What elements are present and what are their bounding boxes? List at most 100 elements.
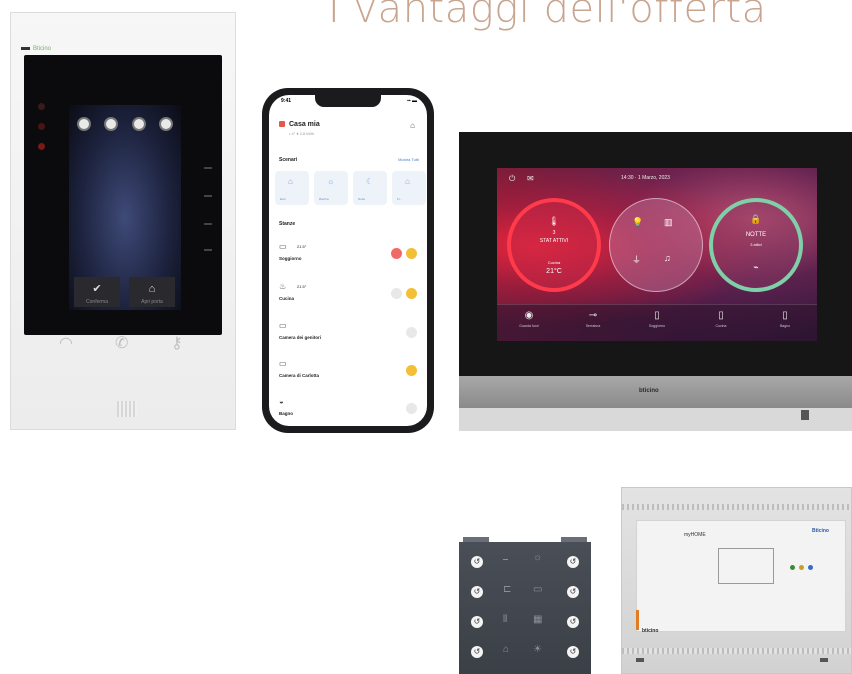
side-key-mark	[204, 167, 212, 169]
vent-grille	[622, 648, 851, 654]
station-dock: ◉ Guarda fuori ⊸ Serratura ▯ Soggiorno ▯ Cuc…	[497, 304, 817, 341]
door-screen: ✔ Conferma ⌂ Apri porta	[24, 55, 222, 335]
home-icon[interactable]: ⌂	[410, 121, 415, 130]
shade-icon: ⎯	[503, 554, 508, 565]
video-station: ⏻ ✉ 14:30 · 1 Marzo, 2023 🌡 3 STAT ATTIV…	[459, 132, 852, 431]
thermostat-ring[interactable]: 🌡 3 STAT ATTIVI Cucina 21°C	[507, 198, 601, 292]
sun-icon: ☼	[533, 552, 543, 563]
scene-card[interactable]: ⌂ Esci	[275, 171, 309, 205]
status-led	[799, 565, 804, 570]
dining-icon: ⫴	[503, 614, 508, 625]
handset-icon[interactable]: ✆	[115, 333, 128, 353]
bed-icon: ▭	[279, 321, 287, 330]
dock-item[interactable]: ▯ Bagno	[760, 305, 810, 328]
door-icon: ▯	[654, 310, 660, 321]
confirm-button[interactable]: ✔ Conferma	[74, 277, 120, 307]
alarm-ring[interactable]: 🔒 NOTTE 3 attivi ⌁	[709, 198, 803, 292]
show-all-link[interactable]: Mostra Tutti	[398, 157, 419, 162]
wifi-icon[interactable]: ◠	[59, 333, 73, 353]
room-row[interactable]: ▭ Camera di Carlotta	[279, 359, 419, 383]
home-subtitle: • 4° ♦ 2.8 kWh	[289, 131, 315, 136]
bed-icon: ▭	[279, 359, 287, 368]
keypad-button[interactable]: ↺	[567, 556, 579, 568]
light-badge[interactable]	[406, 327, 417, 338]
sofa-icon: ⌂	[503, 644, 510, 655]
scene-card[interactable]: ☼ Rientra	[314, 171, 348, 205]
keypad-clip	[463, 537, 489, 542]
keypad-button[interactable]: ↺	[471, 646, 483, 658]
bath-icon: ◒	[279, 397, 284, 406]
status-led	[38, 123, 45, 130]
orange-strip	[636, 610, 639, 630]
scene-keypad: ↺ ↺ ↺ ↺ ↺ ↺ ↺ ↺ ⎯ ☼ ⊏ ▭ ⫴ ▦ ⌂ ☀	[459, 537, 591, 674]
door-entry-panel: Bticino ✔ Conferma ⌂ Apri porta ◠ ✆ ⚷	[10, 12, 236, 430]
status-time: 9:41	[281, 98, 292, 104]
door-icon[interactable]	[131, 117, 146, 131]
light-badge[interactable]	[406, 365, 417, 376]
module-window	[718, 548, 774, 584]
lock-icon: 🔒	[750, 214, 762, 224]
phone-notch	[315, 95, 381, 107]
battery-icon: ▪▪ ▬	[407, 98, 417, 104]
dock-item[interactable]: ◉ Guarda fuori	[504, 305, 554, 328]
door-icon[interactable]	[77, 117, 91, 131]
status-led	[38, 143, 45, 150]
light-badge[interactable]	[406, 248, 417, 259]
bulb-icon: ☀	[533, 644, 542, 655]
room-row[interactable]: ♨ 21.5° Cucina	[279, 282, 419, 306]
page-headline: I vantaggi dell'offerta	[328, 0, 767, 32]
dock-item[interactable]: ▯ Cucina	[696, 305, 746, 328]
side-key-mark	[204, 223, 212, 225]
status-led	[790, 565, 795, 570]
home-title[interactable]: Casa mia	[279, 121, 320, 128]
thermometer-icon: 🌡	[548, 216, 560, 226]
dock-item[interactable]: ▯ Soggiorno	[632, 305, 682, 328]
stanze-title: Stanze	[279, 221, 296, 227]
door-display: ✔ Conferma ⌂ Apri porta	[69, 105, 181, 310]
shutter-badge[interactable]	[391, 248, 402, 259]
room-row[interactable]: ◒ Bagno	[279, 397, 419, 421]
terminal	[820, 658, 828, 662]
shutter-icon: ▥	[664, 217, 673, 227]
station-screen: ⏻ ✉ 14:30 · 1 Marzo, 2023 🌡 3 STAT ATTIV…	[497, 168, 817, 341]
vent-grille	[622, 504, 851, 510]
devices-ring[interactable]: 💡 ▥ ⏚ ♫	[609, 198, 703, 292]
keypad-button[interactable]: ↺	[471, 616, 483, 628]
scene-card[interactable]: ⌂ Fi...	[392, 171, 426, 205]
key-icon[interactable]: ⚷	[171, 333, 183, 353]
door-brand: Bticino	[21, 46, 51, 52]
keypad-button[interactable]: ↺	[471, 556, 483, 568]
keypad-button[interactable]: ↺	[567, 616, 579, 628]
door-icon[interactable]	[158, 117, 173, 131]
room-row[interactable]: ▭ Camera dei genitori	[279, 321, 419, 345]
dock-item[interactable]: ⊸ Serratura	[568, 305, 618, 328]
book-icon: ▭	[533, 584, 543, 595]
room-row[interactable]: ▭ 21.5° Soggiorno	[279, 242, 419, 266]
moon-icon: ☾	[366, 177, 374, 186]
mail-icon[interactable]: ✉	[527, 174, 534, 183]
home-icon: ⌂	[288, 177, 293, 186]
smartphone: 9:41 ▪▪ ▬ Casa mia ⌂ • 4° ♦ 2.8 kWh Scen…	[262, 88, 434, 433]
station-base	[459, 408, 852, 431]
station-button[interactable]	[801, 410, 809, 420]
door-top-icons	[77, 117, 173, 131]
keypad-button[interactable]: ↺	[471, 586, 483, 598]
sofa-icon: ▭	[279, 242, 287, 251]
shutter-badge[interactable]	[391, 288, 402, 299]
open-door-button[interactable]: ⌂ Apri porta	[129, 277, 175, 307]
keypad-button[interactable]: ↺	[567, 586, 579, 598]
power-icon[interactable]: ⏻	[509, 174, 515, 184]
keypad-button[interactable]: ↺	[567, 646, 579, 658]
music-icon: ♫	[664, 253, 671, 263]
phone-screen: 9:41 ▪▪ ▬ Casa mia ⌂ • 4° ♦ 2.8 kWh Scen…	[269, 95, 427, 426]
scene-card[interactable]: ☾ Notte	[353, 171, 387, 205]
pot-icon: ♨	[279, 282, 287, 291]
door-icon: ⊏	[503, 584, 512, 595]
keypad-clip	[561, 537, 587, 542]
station-clock: 14:30 · 1 Marzo, 2023	[621, 175, 670, 181]
camera-icon: ⌁	[753, 262, 759, 272]
door-icon[interactable]	[104, 117, 119, 131]
light-badge[interactable]	[406, 403, 417, 414]
light-badge[interactable]	[406, 288, 417, 299]
scenari-title: Scenari	[279, 157, 298, 163]
